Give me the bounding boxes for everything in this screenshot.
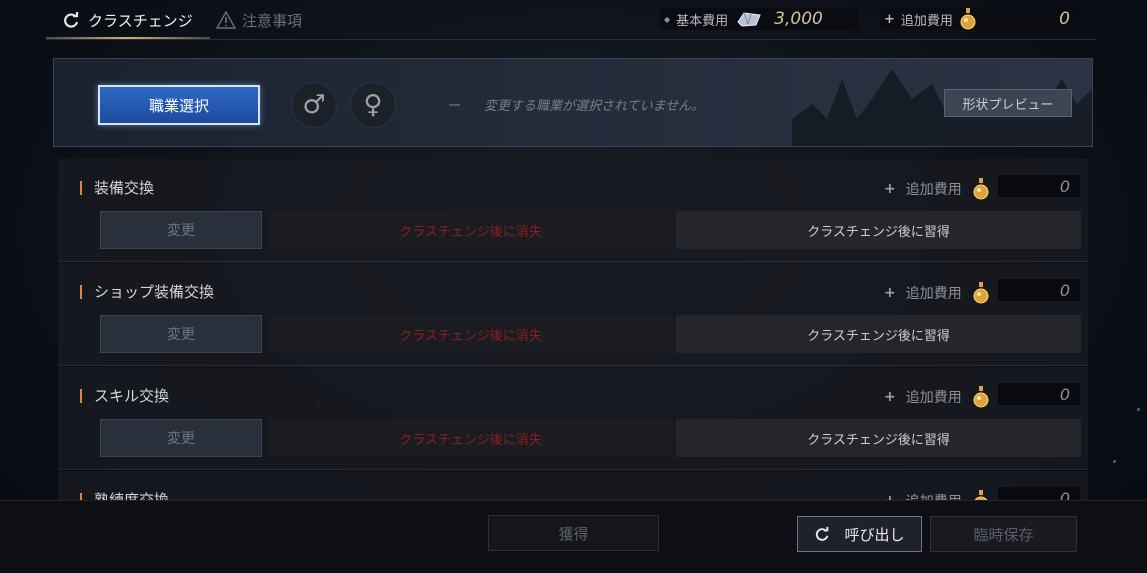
female-icon: ♀ xyxy=(363,90,383,120)
base-cost-value: 3,000 xyxy=(774,9,823,29)
acquire-button[interactable]: 獲得 xyxy=(488,515,659,551)
section-cost-label: 追加費用 xyxy=(905,286,962,302)
lost-after-change: クラスチェンジ後に消失 xyxy=(268,315,673,353)
top-divider xyxy=(46,39,1096,40)
dash: ー xyxy=(448,99,462,114)
gained-after-change: クラスチェンジ後に習得 xyxy=(676,211,1081,249)
lost-after-change: クラスチェンジ後に消失 xyxy=(268,211,673,249)
extra-cost-value: 0 xyxy=(1059,9,1070,29)
section-cost-label: 追加費用 xyxy=(905,182,962,198)
section-skill-exchange: スキル交換 + 追加費用 0 変更 クラスチェンジ後に消失 クラスチェンジ後に習得 xyxy=(58,367,1088,470)
diamond-icon xyxy=(737,12,761,27)
temp-save-button[interactable]: 臨時保存 xyxy=(930,516,1077,552)
section-bar xyxy=(80,388,82,403)
section-cost-value: 0 xyxy=(998,175,1080,197)
plus-icon: + xyxy=(884,11,895,27)
job-select-button[interactable]: 職業選択 xyxy=(98,85,260,125)
plus-icon: + xyxy=(884,285,896,301)
plus-icon: + xyxy=(884,389,896,405)
lost-after-change: クラスチェンジ後に消失 xyxy=(268,419,673,457)
class-select-panel: 職業選択 ♂ ♀ ー 変更する職業が選択されていません。 形状プレビュー xyxy=(53,58,1093,147)
potion-icon xyxy=(973,386,989,408)
particle xyxy=(1137,408,1140,411)
top-bar: クラスチェンジ 注意事項 ◆ 基本費用 3,000 + 追加費用 0 xyxy=(0,0,1147,40)
gained-after-change: クラスチェンジ後に習得 xyxy=(676,315,1081,353)
base-cost: ◆ 基本費用 3,000 xyxy=(660,8,858,30)
section-shop-equipment-exchange: ショップ装備交換 + 追加費用 0 変更 クラスチェンジ後に消失 クラスチェンジ後… xyxy=(58,263,1088,366)
recall-label: 呼び出し xyxy=(844,525,905,544)
section-bar xyxy=(80,180,82,195)
male-icon: ♂ xyxy=(302,90,326,120)
potion-icon xyxy=(973,178,989,200)
recall-button[interactable]: 呼び出し xyxy=(797,516,922,552)
change-button[interactable]: 変更 xyxy=(100,419,262,457)
base-cost-label: 基本費用 xyxy=(676,13,729,29)
section-cost-value: 0 xyxy=(998,383,1080,405)
tab-notice[interactable]: 注意事項 xyxy=(216,6,302,34)
potion-icon xyxy=(960,8,976,30)
section-bar xyxy=(80,284,82,299)
no-class-message: 変更する職業が選択されていません。 xyxy=(484,99,705,114)
refresh-icon xyxy=(816,526,829,541)
tab-notice-label: 注意事項 xyxy=(242,11,303,30)
potion-icon xyxy=(973,282,989,304)
tab-class-change[interactable]: クラスチェンジ xyxy=(62,6,193,34)
section-title: 装備交換 xyxy=(94,179,155,197)
bullet-icon: ◆ xyxy=(664,14,671,24)
section-equipment-exchange: 装備交換 + 追加費用 0 変更 クラスチェンジ後に消失 クラスチェンジ後に習得 xyxy=(58,159,1088,262)
tab-class-change-label: クラスチェンジ xyxy=(88,11,193,30)
section-cost-value: 0 xyxy=(998,487,1080,500)
refresh-icon xyxy=(64,12,79,28)
extra-cost: + 追加費用 0 xyxy=(880,8,1080,30)
shape-preview-button[interactable]: 形状プレビュー xyxy=(944,89,1072,117)
section-proficiency-exchange: 熟練度交換 +追加費用 0 xyxy=(58,471,1088,501)
section-cost-value: 0 xyxy=(998,279,1080,301)
section-title: ショップ装備交換 xyxy=(94,283,215,301)
female-button[interactable]: ♀ xyxy=(350,82,396,128)
male-button[interactable]: ♂ xyxy=(291,82,337,128)
extra-cost-label: 追加費用 xyxy=(900,13,953,29)
change-button[interactable]: 変更 xyxy=(100,315,262,353)
gained-after-change: クラスチェンジ後に習得 xyxy=(676,419,1081,457)
change-button[interactable]: 変更 xyxy=(100,211,262,249)
particle xyxy=(1113,460,1116,463)
warning-icon xyxy=(216,11,236,29)
plus-icon: + xyxy=(884,181,896,197)
section-title: スキル交換 xyxy=(94,387,170,405)
section-cost-label: 追加費用 xyxy=(905,390,962,406)
